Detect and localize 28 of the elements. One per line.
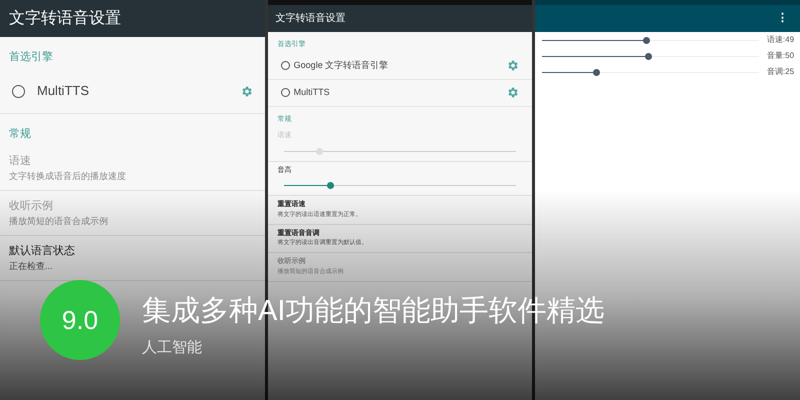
radio-button[interactable] (280, 61, 290, 70)
settings-icon[interactable] (240, 84, 253, 98)
preference-title: 收听示例 (9, 199, 54, 214)
preference-title: 默认语言状态 (9, 244, 76, 259)
settings-icon[interactable] (506, 59, 520, 72)
preference-title: 语速 (9, 154, 32, 169)
section-header: 常规 (8, 126, 32, 142)
slider-thumb[interactable] (327, 182, 334, 189)
slider-value-label: 音量:50 (766, 50, 794, 62)
radio-button[interactable] (12, 84, 25, 98)
preference-summary: 播放简短的语音合成示例 (9, 214, 109, 228)
settings-icon[interactable] (506, 86, 520, 99)
menu-icon[interactable]: ⋮ (777, 10, 788, 27)
radio-button[interactable] (280, 88, 290, 97)
engine-label: MultiTTS (294, 86, 331, 99)
slider-thumb[interactable] (645, 52, 652, 60)
category-label: 人工智能 (142, 338, 203, 358)
slider-value-label: 语速:49 (766, 34, 794, 46)
engine-label: Google 文字转语音引擎 (294, 58, 390, 72)
engine-label: MultiTTS (37, 82, 90, 100)
app-bar-title: 文字转语音设置 (268, 5, 532, 32)
preference-summary: 文字转换成语音后的播放速度 (9, 170, 127, 182)
slider-value-label: 音调:25 (766, 66, 794, 78)
section-header: 首选引擎 (8, 50, 54, 65)
preference-summary: 正在检查... (9, 260, 54, 272)
slider-thumb[interactable] (643, 36, 650, 44)
slider-thumb[interactable] (593, 68, 600, 76)
app-bar-title: 文字转语音设置 (0, 0, 265, 37)
